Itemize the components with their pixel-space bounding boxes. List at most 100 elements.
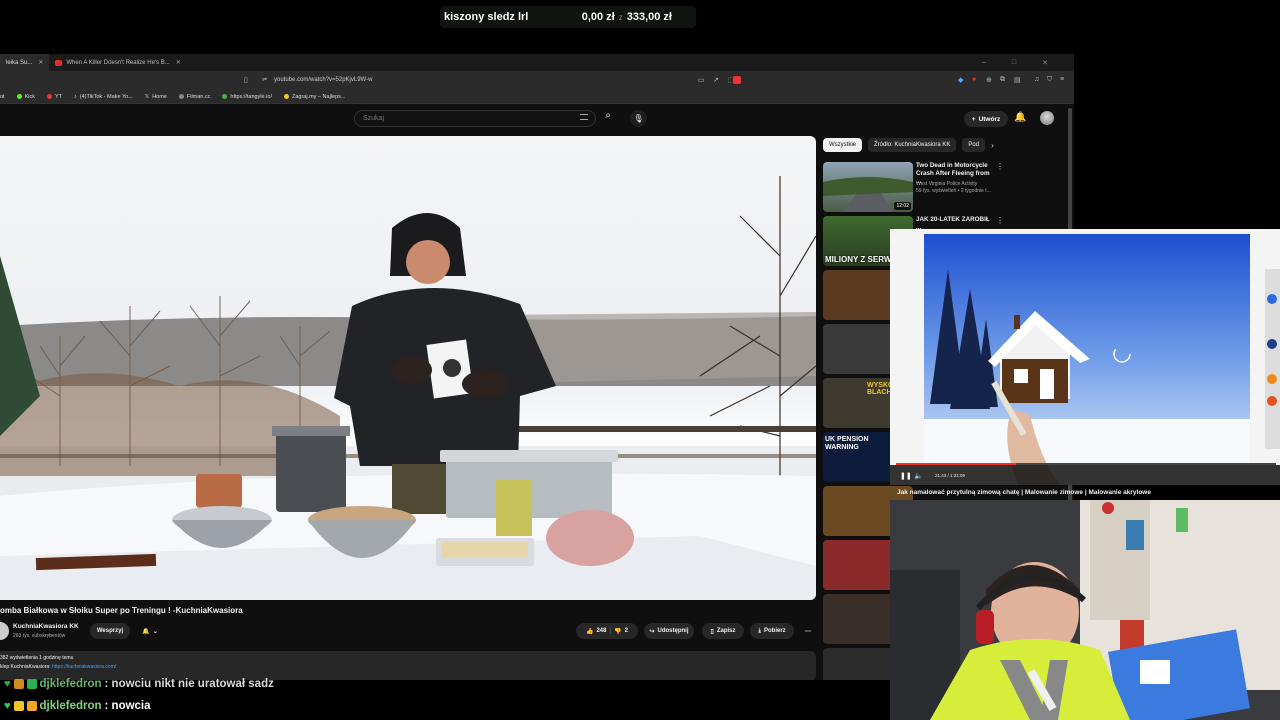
download-button[interactable]: ⤓ Pobierz	[750, 623, 794, 639]
sub-badge-icon	[13, 679, 24, 689]
address-bar[interactable]: ▯ ⇌ youtube.com/watch?v=52pKjvL9W-w ▭ ↗ …	[0, 71, 1074, 90]
sidebar-icon[interactable]: ▤	[1014, 76, 1021, 84]
bookmark-star-icon[interactable]: ▯	[244, 76, 248, 84]
views-line: 382 wyświetlenia 1 godzinę temu	[0, 655, 74, 661]
chip-all[interactable]: Wszystkie	[823, 138, 862, 152]
rec-thumbnail[interactable]: 12:02	[823, 162, 913, 212]
painting-video-overlay[interactable]: ❚❚ 🔈	[890, 229, 1280, 485]
chat-text: : nowciu nikt nie uratował sadz	[104, 678, 274, 690]
chat-username[interactable]: djklefedron	[40, 700, 102, 712]
share-button[interactable]: ↪ Udostępnij	[644, 623, 694, 639]
sub-badge-icon	[13, 701, 24, 711]
leaf-icon	[222, 94, 228, 99]
chip-related[interactable]: Pod	[962, 138, 986, 152]
thumbs-down-icon: 👎	[614, 628, 622, 635]
chevron-down-icon: ⌄	[152, 628, 158, 635]
donation-goal-bar: kiszony sledz lrl 0,00 zł z 333,00 zł	[440, 6, 696, 28]
create-button[interactable]: + Utwórz	[964, 111, 1008, 127]
tab-bar: leika Su... ✕ When A Killer Doesn't Real…	[0, 54, 1074, 71]
rec-duration: 12:02	[894, 202, 911, 210]
puzzle-icon[interactable]: ⧉	[1000, 76, 1005, 84]
site-info-icon[interactable]: ⇌	[262, 76, 267, 83]
save-button[interactable]: ▯ Zapisz	[702, 623, 744, 639]
playback-time: 21:43 / 1:21:09	[935, 473, 966, 478]
adblock-icon[interactable]	[733, 76, 741, 84]
chip-channel[interactable]: Źródło: KuchniaKwasiora KK	[868, 138, 957, 152]
rec-menu-icon[interactable]: ⋮	[996, 216, 1004, 225]
shield-icon[interactable]: ⛉	[1047, 76, 1052, 84]
overlay-video-title: Jak namalować przytulną zimową chatę | M…	[897, 489, 1151, 496]
rec-meta: 59 tys. wyświetleń • 2 tygodnie t...	[916, 188, 991, 194]
goal-amounts: 0,00 zł z 333,00 zł	[582, 11, 672, 23]
music-icon[interactable]: ♫	[1034, 76, 1039, 83]
support-button[interactable]: Wesprzyj	[90, 623, 130, 639]
chevron-right-icon[interactable]: ›	[991, 141, 994, 150]
tab-active[interactable]: leika Su... ✕	[0, 54, 50, 71]
goal-label: kiszony sledz lrl	[444, 11, 529, 23]
extension-red-icon[interactable]: ●	[972, 76, 976, 83]
video-frame	[0, 136, 816, 600]
share-icon: ↪	[649, 628, 655, 635]
window-controls: – □ ✕	[982, 59, 1074, 67]
bookmark-item[interactable]: 𝕏 Home	[145, 94, 167, 100]
search-icon[interactable]: ⌕	[598, 110, 618, 127]
avatar[interactable]	[1040, 111, 1054, 125]
more-actions-icon[interactable]: ⋯	[800, 623, 816, 639]
video-title: omba Białkowa w Słoiku Super po Treningu…	[0, 606, 243, 615]
share-page-icon[interactable]: ↗	[713, 76, 719, 84]
channel-name[interactable]: KuchniaKwasiora KK	[13, 623, 79, 630]
extension-blue-icon[interactable]: ◆	[958, 76, 963, 84]
maximize-icon[interactable]: □	[1012, 59, 1016, 67]
tiktok-icon: ♪	[74, 93, 77, 100]
like-count: 248	[596, 628, 607, 634]
bookmark-item[interactable]: https://tangyle.io/	[222, 94, 272, 100]
subscription-bell-button[interactable]: 🔔 ⌄	[136, 623, 164, 639]
shop-line: klep KuchniaKwasiora: https://kuchniakwa…	[0, 664, 117, 670]
chat-username[interactable]: djklefedron	[40, 678, 102, 690]
youtube-icon	[46, 94, 52, 99]
game-icon	[283, 94, 289, 99]
bookmark-item[interactable]: ♪ (4)TikTok - Make Yo...	[74, 94, 133, 100]
bookmark-item[interactable]: Filman.cc	[178, 94, 210, 100]
keyboard-icon[interactable]	[580, 114, 588, 120]
reader-icon[interactable]: ▭	[698, 76, 705, 84]
globe-icon	[178, 94, 184, 99]
goal-target: 333,00 zł	[626, 11, 672, 23]
extension-icon[interactable]: ⊕	[986, 76, 992, 84]
minimize-icon[interactable]: –	[982, 59, 986, 67]
bookmark-item[interactable]: Kick	[16, 94, 35, 100]
close-tab-icon[interactable]: ✕	[176, 59, 181, 66]
close-tab-icon[interactable]: ✕	[38, 59, 43, 66]
tab-label: leika Su...	[6, 59, 33, 66]
svg-text:🔈: 🔈	[914, 472, 923, 480]
shop-link[interactable]: https://kuchniakwasiora.com/	[52, 664, 116, 670]
rec-menu-icon[interactable]: ⋮	[996, 162, 1004, 171]
stream-layout: kiszony sledz lrl 0,00 zł z 333,00 zł le…	[0, 0, 1280, 720]
menu-icon[interactable]: ≡	[1060, 76, 1064, 83]
bookmark-item[interactable]: YT	[46, 94, 62, 100]
bookmark-icon: ▯	[710, 628, 714, 635]
chat-text: : nowcia	[104, 700, 151, 712]
microphone-icon[interactable]: 🎙	[630, 110, 647, 127]
notifications-bell-icon[interactable]: 🔔	[1014, 112, 1026, 123]
tab-label: When A Killer Doesn't Realize He's B...	[66, 59, 170, 66]
kick-icon	[16, 94, 22, 99]
svg-text:❚❚: ❚❚	[900, 472, 912, 480]
chat-message: ♥ djklefedron : nowcia	[4, 700, 151, 712]
url-text[interactable]: youtube.com/watch?v=52pKjvL9W-w	[274, 77, 372, 83]
dislike-count: 2	[624, 628, 628, 634]
goal-separator: z	[618, 12, 623, 22]
channel-avatar[interactable]	[0, 622, 9, 640]
bookmark-item[interactable]: ot	[0, 94, 5, 100]
heart-badge-icon: ♥	[4, 678, 11, 690]
tab-second[interactable]: When A Killer Doesn't Realize He's B... …	[49, 54, 186, 71]
like-dislike-button[interactable]: 👍 248 | 👎 2	[576, 623, 638, 639]
bookmark-item[interactable]: Zagraj.my – Najleps...	[283, 94, 345, 100]
search-input[interactable]: Szukaj	[354, 110, 596, 127]
video-player[interactable]	[0, 136, 816, 600]
goal-current: 0,00 zł	[581, 11, 615, 23]
webcam-feed	[890, 500, 1280, 720]
close-window-icon[interactable]: ✕	[1042, 59, 1048, 67]
thumbs-up-icon: 👍	[585, 628, 594, 635]
download-icon: ⤓	[758, 627, 761, 634]
